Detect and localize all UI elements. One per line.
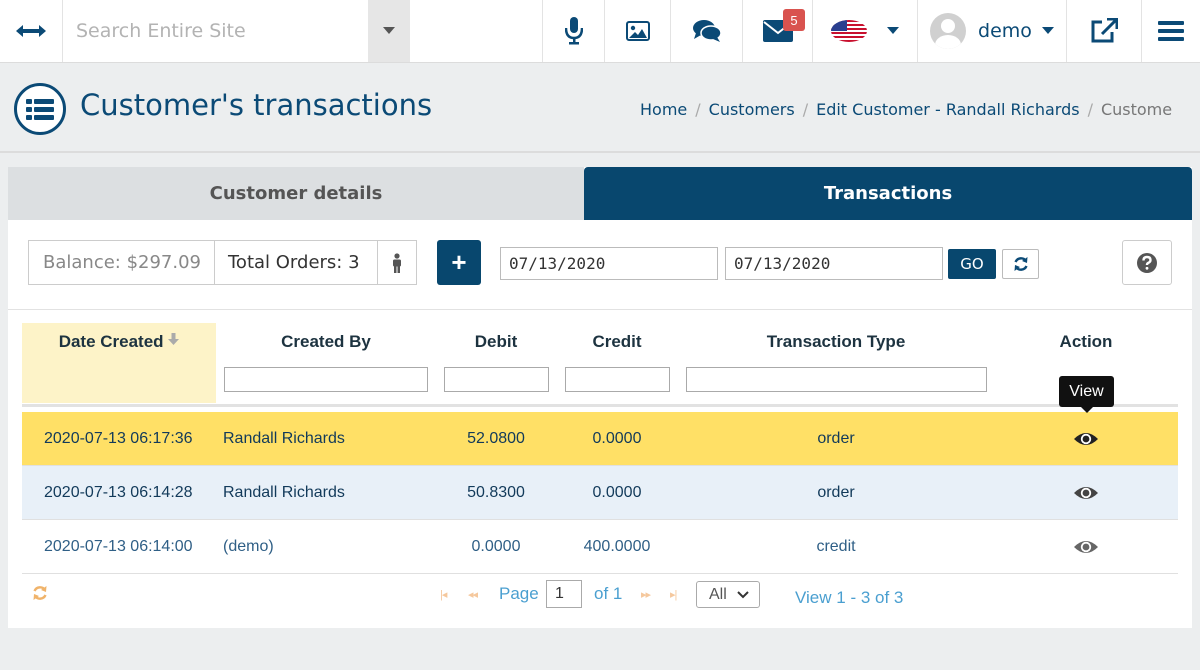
- tab-transactions[interactable]: Transactions: [584, 167, 1192, 220]
- first-page-icon[interactable]: |◂: [440, 588, 447, 601]
- chevron-down-icon: [737, 590, 749, 598]
- header-divider: [0, 151, 1200, 153]
- page-title: Customer's transactions: [80, 88, 433, 122]
- us-flag-icon: [831, 20, 867, 42]
- expand-icon[interactable]: [0, 0, 62, 62]
- user-menu[interactable]: demo: [917, 0, 1066, 62]
- cell-date: 2020-07-13 06:14:00: [44, 537, 193, 555]
- view-button[interactable]: [1056, 466, 1116, 519]
- mail-count-badge: 5: [783, 9, 805, 31]
- breadcrumb-current: Customer's transactions: [1100, 100, 1173, 119]
- cell-type: order: [817, 429, 855, 447]
- image-icon: [625, 21, 650, 41]
- records-info: View 1 - 3 of 3: [795, 588, 904, 607]
- prev-page-icon[interactable]: ◂◂: [468, 588, 478, 601]
- cell-credit: 400.0000: [583, 537, 651, 555]
- cell-date: 2020-07-13 06:14:28: [44, 483, 193, 501]
- column-header-credit[interactable]: Credit: [565, 332, 669, 352]
- table-header-divider: [22, 404, 1178, 407]
- rows-per-page-select[interactable]: All: [696, 581, 760, 608]
- search-dropdown-button[interactable]: [368, 0, 410, 62]
- refresh-icon: [33, 586, 47, 600]
- reload-grid-button[interactable]: [32, 585, 48, 606]
- user-name: demo: [978, 20, 1032, 42]
- image-button[interactable]: [604, 0, 670, 62]
- cell-created-by: Randall Richards: [223, 483, 345, 501]
- chevron-down-icon: [887, 27, 899, 34]
- main-menu-button[interactable]: [1141, 0, 1200, 62]
- balance-display: Balance: $297.09: [28, 240, 214, 285]
- comments-icon: [692, 20, 722, 42]
- table-row[interactable]: 2020-07-13 06:17:36 Randall Richards 52.…: [22, 412, 1178, 466]
- avatar: [930, 13, 967, 49]
- filter-debit[interactable]: [444, 367, 549, 392]
- view-tooltip: View: [1059, 376, 1114, 413]
- search-input[interactable]: [63, 0, 368, 62]
- page-label: Page: [499, 584, 539, 603]
- page-number-input[interactable]: [546, 580, 582, 608]
- eye-icon: [1074, 486, 1098, 499]
- filter-created-by[interactable]: [224, 367, 428, 392]
- transactions-panel: Customer details Transactions Balance: $…: [8, 167, 1192, 628]
- menu-icon: [1158, 21, 1184, 41]
- chat-button[interactable]: [670, 0, 742, 62]
- microphone-button[interactable]: [542, 0, 604, 62]
- breadcrumb-customers[interactable]: Customers: [709, 100, 795, 119]
- cell-credit: 0.0000: [592, 483, 642, 501]
- cell-credit: 0.0000: [592, 429, 642, 447]
- view-button[interactable]: [1056, 520, 1116, 573]
- breadcrumb: Home / Customers / Edit Customer - Randall R…: [640, 100, 1173, 119]
- sort-down-icon: [168, 333, 180, 345]
- cell-debit: 52.0800: [467, 429, 525, 447]
- add-transaction-button[interactable]: +: [437, 240, 481, 285]
- table-row[interactable]: 2020-07-13 06:14:28 Randall Richards 50.…: [22, 466, 1178, 520]
- filter-credit[interactable]: [565, 367, 670, 392]
- external-link-icon: [1091, 18, 1118, 43]
- last-page-icon[interactable]: ▸|: [670, 588, 677, 601]
- column-header-created-by[interactable]: Created By: [224, 332, 428, 352]
- next-page-icon[interactable]: ▸▸: [641, 588, 651, 601]
- eye-icon: [1074, 540, 1098, 553]
- top-bar: 5 demo: [0, 0, 1200, 63]
- date-to-input[interactable]: [725, 247, 943, 280]
- help-button[interactable]: [1122, 240, 1172, 285]
- go-button[interactable]: GO: [948, 249, 996, 279]
- cell-date: 2020-07-13 06:17:36: [44, 429, 193, 447]
- eye-icon: [1074, 432, 1098, 445]
- chevron-down-icon: [1041, 27, 1054, 34]
- refresh-icon: [1013, 257, 1028, 271]
- column-header-date-created[interactable]: Date Created: [22, 332, 216, 352]
- language-selector[interactable]: [812, 0, 917, 62]
- cell-created-by: (demo): [223, 537, 274, 555]
- cell-type: order: [817, 483, 855, 501]
- filter-transaction-type[interactable]: [686, 367, 987, 392]
- table-row[interactable]: 2020-07-13 06:14:00 (demo) 0.0000 400.00…: [22, 520, 1178, 574]
- customer-button[interactable]: [377, 240, 417, 285]
- external-link-button[interactable]: [1066, 0, 1141, 62]
- cell-debit: 0.0000: [471, 537, 521, 555]
- breadcrumb-edit-customer[interactable]: Edit Customer - Randall Richards: [816, 100, 1079, 119]
- tab-customer-details[interactable]: Customer details: [8, 167, 584, 220]
- view-button[interactable]: [1056, 412, 1116, 465]
- microphone-icon: [564, 17, 583, 45]
- cell-type: credit: [816, 537, 856, 555]
- question-icon: [1137, 252, 1157, 273]
- column-header-action: Action: [1059, 332, 1113, 351]
- column-header-transaction-type[interactable]: Transaction Type: [686, 332, 986, 352]
- cell-created-by: Randall Richards: [223, 429, 345, 447]
- list-icon: [14, 83, 66, 135]
- total-orders-display: Total Orders: 3: [214, 240, 378, 285]
- reset-dates-button[interactable]: [1002, 249, 1039, 279]
- column-header-debit[interactable]: Debit: [444, 332, 548, 352]
- person-icon: [393, 252, 401, 273]
- cell-debit: 50.8300: [467, 483, 525, 501]
- date-from-input[interactable]: [500, 247, 718, 280]
- breadcrumb-home[interactable]: Home: [640, 100, 687, 119]
- page-count-label: of 1: [594, 584, 623, 603]
- chevron-down-icon: [383, 27, 395, 34]
- search-field[interactable]: [62, 0, 368, 62]
